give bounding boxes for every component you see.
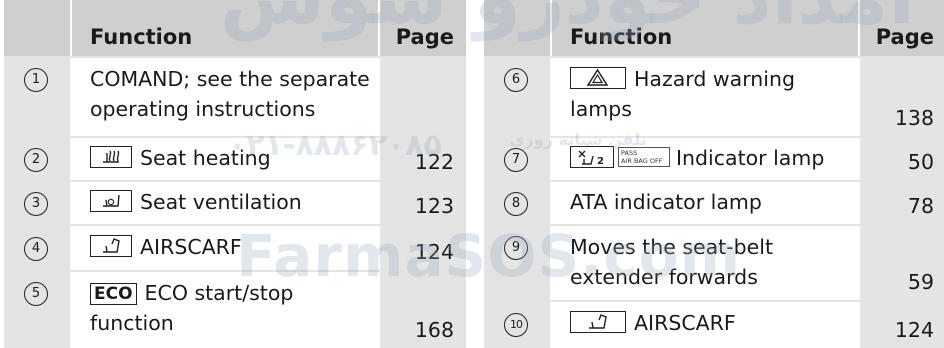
airscarf-icon [90,235,132,257]
page-ref: 59 [907,270,934,294]
row-number: 2 [24,148,48,172]
passenger-airbag-off-icon: PASS AIR BAG OFF [618,147,670,167]
table-row: 8 ATA indicator lamp 78 [484,182,944,226]
table-row: 9 Moves the seat-belt extender forwards … [484,226,944,302]
row-number: 10 [504,313,528,337]
page-ref: 124 [414,240,454,264]
table-row: 2 Seat heating 122 [4,138,466,182]
table-row: 10 AIRSCARF 124 [484,302,944,348]
function-text: AIRSCARF [634,311,736,335]
row-number: 9 [504,236,528,260]
table-row: 4 AIRSCARF 124 [4,226,466,272]
row-number: 6 [504,68,528,92]
row-number: 1 [24,68,48,92]
header-function: Function [90,25,193,49]
svg-text:2: 2 [597,156,604,166]
table-row: 1 COMAND; see the separate operating ins… [4,58,466,138]
row-number: 8 [504,192,528,216]
page-ref: 50 [907,150,934,174]
eco-button-icon: ECO [90,283,137,305]
header-page: Page [395,25,454,49]
seat-heating-icon [90,146,132,168]
table-header: Function Page [4,0,466,58]
table-row: 6 Hazard warning lamps 138 [484,58,944,138]
page-ref: 123 [414,194,454,218]
function-text: Seat heating [140,146,271,170]
seat-occupied-icon: 2 [570,146,614,168]
page-ref: 124 [894,318,934,342]
header-page: Page [875,25,934,49]
function-text: COMAND; see the separate operating instr… [90,67,370,121]
function-text: Seat ventilation [140,190,302,214]
page-ref: 168 [414,318,454,342]
row-number: 4 [24,237,48,261]
row-number: 7 [504,148,528,172]
row-number: 5 [24,282,48,306]
function-text: Moves the seat-belt extender forwards [570,235,773,289]
hazard-warning-icon [570,67,626,89]
table-row: 7 2 PASS AIR BAG OFF Indicator lamp 50 [484,138,944,182]
airscarf-icon [570,311,626,333]
function-text: ATA indicator lamp [570,190,762,214]
function-text: AIRSCARF [140,235,242,259]
table-row: 3 Seat ventilation 123 [4,182,466,226]
header-function: Function [570,25,673,49]
function-table-left: Function Page 1 COMAND; see the separate… [4,0,466,348]
page-ref: 138 [894,106,934,130]
row-number: 3 [24,192,48,216]
function-table-right: Function Page 6 Hazard warning lamps 138… [484,0,944,348]
page-ref: 122 [414,150,454,174]
page-ref: 78 [907,194,934,218]
table-header: Function Page [484,0,944,58]
table-row: 5 ECO ECO start/stop function 168 [4,272,466,348]
seat-ventilation-icon [90,190,132,212]
function-text: Indicator lamp [676,146,825,170]
